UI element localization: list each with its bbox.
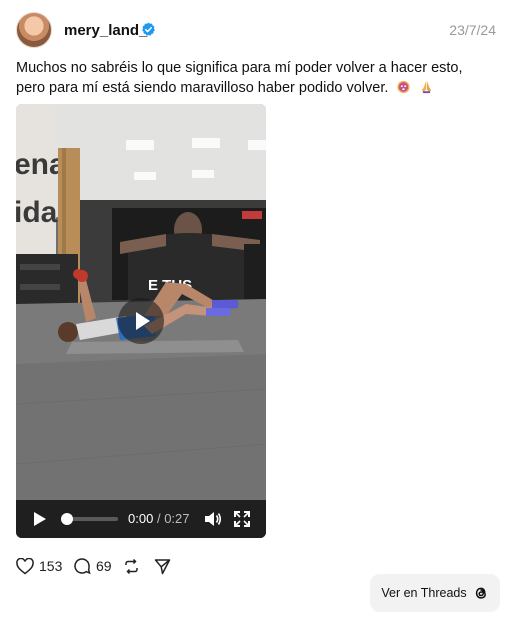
reply-action[interactable]: 69 xyxy=(73,556,112,576)
comment-icon xyxy=(74,558,91,575)
fullscreen-icon[interactable] xyxy=(234,511,250,527)
share-action[interactable] xyxy=(154,556,171,576)
avatar[interactable] xyxy=(16,12,52,48)
caption-line-1: Muchos no sabréis lo que significa para … xyxy=(16,60,463,76)
heart-icon xyxy=(16,557,34,574)
view-on-threads-label: Ver en Threads xyxy=(381,586,467,600)
view-on-threads-button[interactable]: Ver en Threads xyxy=(370,574,500,612)
username[interactable]: mery_land_ xyxy=(64,22,147,39)
time-separator: / xyxy=(156,511,161,526)
send-icon xyxy=(154,558,171,574)
caption-line-2: pero para mí está siendo maravilloso hab… xyxy=(16,80,389,96)
repost-icon xyxy=(125,558,138,574)
video-player[interactable]: ena ida E TUS xyxy=(16,104,266,538)
verified-badge-icon xyxy=(142,22,155,36)
repost-action[interactable] xyxy=(123,556,140,576)
reply-count: 69 xyxy=(96,558,112,574)
threads-logo-icon xyxy=(475,587,486,599)
duration: 0:27 xyxy=(164,511,190,526)
seek-bar[interactable] xyxy=(61,513,118,525)
time-display: 0:00 / 0:27 xyxy=(128,511,190,526)
wall-text-2: ida xyxy=(16,196,58,229)
current-time: 0:00 xyxy=(128,511,154,526)
volume-icon[interactable] xyxy=(204,511,222,527)
post-caption: Muchos no sabréis lo que significa para … xyxy=(16,58,500,98)
post-date[interactable]: 23/7/24 xyxy=(449,22,496,38)
video-controls: 0:00 / 0:27 xyxy=(16,500,266,538)
like-action[interactable]: 153 xyxy=(16,556,62,576)
play-icon[interactable] xyxy=(32,511,48,527)
face-emoji-icon xyxy=(397,80,411,94)
caption-line-2-wrap: pero para mí está siendo maravilloso hab… xyxy=(16,78,500,98)
like-count: 153 xyxy=(39,558,63,574)
seek-knob[interactable] xyxy=(61,513,73,525)
center-play-button[interactable] xyxy=(118,298,164,344)
praying-hands-emoji-icon xyxy=(422,80,432,94)
post-header: mery_land_ 23/7/24 xyxy=(16,12,496,48)
